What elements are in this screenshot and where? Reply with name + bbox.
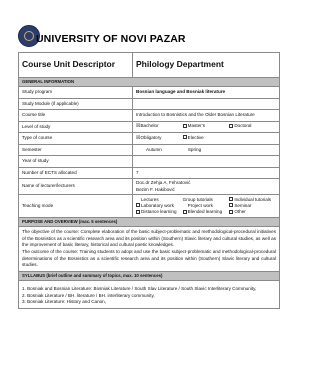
university-name: UNIVERSITY OF NOVI PAZAR xyxy=(36,33,186,45)
study-program-value: Bosnian language and Bosniak literature xyxy=(132,86,280,99)
checkbox-icon xyxy=(136,209,140,214)
checkbox-icon xyxy=(136,203,140,208)
ects-label: Number of ECTS allocated xyxy=(18,166,133,179)
study-program-label: Study program xyxy=(18,86,133,99)
study-module-label: Study Module (if applicable) xyxy=(18,97,133,110)
syllabus-item: 1. Bosniak and Bosnian Literature: Bosni… xyxy=(22,285,257,291)
teaching-mode-label: Teaching mode xyxy=(18,194,133,218)
letterhead: UNIVERSITY OF NOVI PAZAR xyxy=(18,20,280,52)
course-descriptor-table: Course Unit Descriptor Philology Departm… xyxy=(18,52,280,309)
type-options: ☒Obligatory Elective xyxy=(132,132,280,145)
purpose-heading: PURPOSE AND OVERVIEW (max. 5 sentences) xyxy=(18,217,280,227)
course-title-label: Course title xyxy=(18,109,133,122)
level-options: ☒Bachelor Master’s Doctoral xyxy=(132,120,280,133)
syllabus-item: 3. Bosniak Literature: History and Canon… xyxy=(22,299,107,305)
descriptor-title: Course Unit Descriptor xyxy=(18,52,133,78)
purpose-text: The objective of the course: Complete el… xyxy=(18,226,280,272)
department-title: Philology Department xyxy=(132,52,280,78)
purpose-objective: The objective of the course: Complete el… xyxy=(22,229,276,248)
semester-autumn[interactable]: Autumn xyxy=(146,147,162,153)
type-label: Type of course xyxy=(18,132,133,145)
level-doctoral[interactable]: Doctoral xyxy=(229,123,276,130)
ects-value: 7 xyxy=(132,166,280,179)
lecturers-label: Name of lecturer/lecturers xyxy=(18,178,133,195)
semester-label: Semester xyxy=(18,143,133,156)
year-label: Year of study xyxy=(18,155,133,168)
checkbox-icon xyxy=(229,209,234,214)
syllabus-list: 1. Bosniak and Bosnian Literature: Bosni… xyxy=(18,279,280,309)
checkbox-icon xyxy=(229,203,234,208)
semester-options: Autumn Spring xyxy=(132,143,280,156)
level-bachelor[interactable]: ☒Bachelor xyxy=(136,123,183,130)
checkbox-icon xyxy=(182,209,187,214)
lecturer-2: Bezim F. Hakibović xyxy=(136,186,175,192)
year-value xyxy=(132,155,280,168)
level-master[interactable]: Master’s xyxy=(182,123,230,130)
checkbox-icon xyxy=(229,123,234,128)
checkbox-icon xyxy=(229,197,234,202)
purpose-outcome: The outcome of the course: Training stud… xyxy=(22,248,276,268)
checkbox-icon xyxy=(182,135,187,140)
document-page: UNIVERSITY OF NOVI PAZAR Course Unit Des… xyxy=(18,20,280,309)
level-label: Level of study xyxy=(18,120,133,133)
semester-spring[interactable]: Spring xyxy=(188,147,201,153)
mode-distance-learning[interactable]: Distance learning xyxy=(136,209,183,215)
lecturers-value: Doc.dr Zehja A. Fehratović Bezim F. Haki… xyxy=(132,178,280,195)
study-module-value xyxy=(132,97,280,110)
general-information-heading: GENERAL INFORMATION xyxy=(18,77,280,87)
teaching-mode-options: Lectures Group tutorials Individual tuto… xyxy=(132,194,280,218)
syllabus-heading: SYLLABUS (brief outline and summary of t… xyxy=(18,270,280,281)
type-obligatory[interactable]: ☒Obligatory xyxy=(136,135,183,142)
syllabus-item: 2. Bosniak Literature / BH. literature /… xyxy=(22,292,155,298)
mode-other[interactable]: Other xyxy=(229,209,276,215)
type-elective[interactable]: Elective xyxy=(182,135,230,142)
course-title-value: Introduction to Bosnistics and the Older… xyxy=(132,109,280,122)
checkbox-icon xyxy=(182,123,187,128)
mode-blended-learning[interactable]: Blended learning xyxy=(182,209,230,215)
